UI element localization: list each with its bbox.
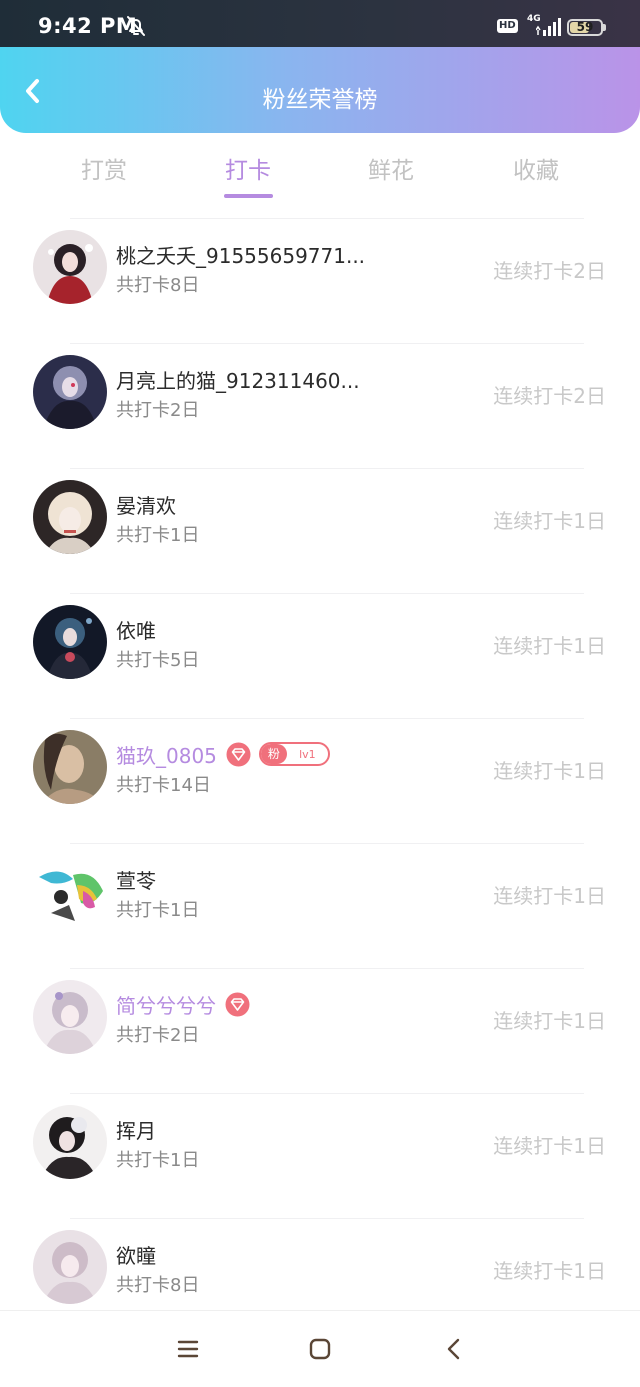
user-name: 挥月 bbox=[116, 1118, 156, 1143]
status-time: 9:42 PM bbox=[38, 14, 138, 38]
user-name: 猫玖_0805 bbox=[116, 743, 217, 768]
name-line: 依唯 bbox=[116, 615, 156, 643]
row-divider bbox=[70, 593, 584, 594]
avatar bbox=[33, 480, 107, 554]
list-item[interactable]: 依唯 共打卡5日 连续打卡1日 bbox=[0, 593, 640, 718]
user-name: 桃之夭夭_91555659771... bbox=[116, 243, 366, 268]
fan-badge-level: lv1 bbox=[299, 747, 316, 761]
name-line: 挥月 bbox=[116, 1115, 156, 1143]
bell-off-icon bbox=[127, 16, 145, 36]
name-line: 月亮上的猫_912311460... bbox=[116, 365, 360, 393]
name-line: 桃之夭夭_91555659771... bbox=[116, 240, 365, 268]
avatar bbox=[33, 730, 107, 804]
battery-tip bbox=[603, 24, 606, 31]
list-item[interactable]: 猫玖_0805 粉 lv1 共打卡14日 连续打卡1日 bbox=[0, 718, 640, 843]
fan-badge-label: 粉 bbox=[260, 744, 287, 764]
name-line: 萱苓 bbox=[116, 865, 156, 893]
diamond-vip-icon bbox=[226, 742, 251, 766]
tab-reward[interactable]: 打赏 bbox=[54, 151, 154, 185]
total-checkins: 共打卡5日 bbox=[116, 650, 200, 671]
page-title: 粉丝荣誉榜 bbox=[262, 87, 378, 113]
streak-count: 连续打卡1日 bbox=[493, 1134, 606, 1158]
total-checkins: 共打卡2日 bbox=[116, 1025, 200, 1046]
name-line: 简兮兮兮兮 bbox=[116, 990, 250, 1018]
list-item[interactable]: 简兮兮兮兮 共打卡2日 连续打卡1日 bbox=[0, 968, 640, 1093]
streak-count: 连续打卡1日 bbox=[493, 509, 606, 533]
tab-bar: 打赏 打卡 鲜花 收藏 bbox=[0, 133, 640, 205]
tab-checkin[interactable]: 打卡 bbox=[198, 151, 298, 185]
row-divider bbox=[70, 1218, 584, 1219]
row-divider bbox=[70, 218, 584, 219]
avatar bbox=[33, 1105, 107, 1179]
streak-count: 连续打卡1日 bbox=[493, 884, 606, 908]
user-name: 简兮兮兮兮 bbox=[116, 993, 216, 1018]
streak-count: 连续打卡2日 bbox=[493, 384, 606, 408]
total-checkins: 共打卡1日 bbox=[116, 900, 200, 921]
name-line: 欲瞳 bbox=[116, 1240, 156, 1268]
total-checkins: 共打卡2日 bbox=[116, 400, 200, 421]
list-item[interactable]: 桃之夭夭_91555659771... 共打卡8日 连续打卡2日 bbox=[0, 218, 640, 343]
list-item[interactable]: 晏清欢 共打卡1日 连续打卡1日 bbox=[0, 468, 640, 593]
total-checkins: 共打卡1日 bbox=[116, 1150, 200, 1171]
status-bar: 9:42 PM HD 4G 59 bbox=[0, 0, 640, 48]
system-nav-bar bbox=[0, 1310, 640, 1387]
back-icon[interactable] bbox=[442, 1337, 466, 1361]
avatar bbox=[33, 1230, 107, 1304]
list-item[interactable]: 月亮上的猫_912311460... 共打卡2日 连续打卡2日 bbox=[0, 343, 640, 468]
avatar bbox=[33, 355, 107, 429]
streak-count: 连续打卡1日 bbox=[493, 1259, 606, 1283]
avatar bbox=[33, 980, 107, 1054]
battery-level: 59 bbox=[576, 20, 594, 34]
row-divider bbox=[70, 468, 584, 469]
menu-icon[interactable] bbox=[176, 1337, 200, 1361]
hd-badge: HD bbox=[497, 19, 518, 33]
streak-count: 连续打卡1日 bbox=[493, 759, 606, 783]
row-divider bbox=[70, 968, 584, 969]
row-divider bbox=[70, 343, 584, 344]
signal-icon bbox=[536, 18, 561, 36]
list-item[interactable]: 萱苓 共打卡1日 连续打卡1日 bbox=[0, 843, 640, 968]
total-checkins: 共打卡8日 bbox=[116, 1275, 200, 1296]
fan-level-badge: 粉 lv1 bbox=[258, 742, 330, 766]
avatar bbox=[33, 230, 107, 304]
list-item[interactable]: 挥月 共打卡1日 连续打卡1日 bbox=[0, 1093, 640, 1218]
row-divider bbox=[70, 1093, 584, 1094]
user-name: 依唯 bbox=[116, 618, 156, 643]
streak-count: 连续打卡1日 bbox=[493, 634, 606, 658]
user-name: 晏清欢 bbox=[116, 493, 176, 518]
streak-count: 连续打卡1日 bbox=[493, 1009, 606, 1033]
row-divider bbox=[70, 843, 584, 844]
home-icon[interactable] bbox=[308, 1337, 332, 1361]
total-checkins: 共打卡1日 bbox=[116, 525, 200, 546]
row-divider bbox=[70, 718, 584, 719]
name-line: 晏清欢 bbox=[116, 490, 176, 518]
tab-favorites[interactable]: 收藏 bbox=[486, 151, 586, 185]
avatar bbox=[33, 605, 107, 679]
user-name: 月亮上的猫_912311460... bbox=[116, 368, 360, 393]
avatar bbox=[33, 855, 107, 929]
streak-count: 连续打卡2日 bbox=[493, 259, 606, 283]
diamond-vip-icon bbox=[225, 992, 250, 1016]
tab-flowers[interactable]: 鲜花 bbox=[341, 151, 441, 185]
user-name: 欲瞳 bbox=[116, 1243, 156, 1268]
header: 粉丝荣誉榜 bbox=[0, 47, 640, 133]
tab-active-indicator bbox=[224, 194, 273, 198]
name-line: 猫玖_0805 粉 lv1 bbox=[116, 740, 330, 768]
total-checkins: 共打卡14日 bbox=[116, 775, 211, 796]
total-checkins: 共打卡8日 bbox=[116, 275, 200, 296]
battery-indicator: 59 bbox=[567, 19, 603, 36]
user-name: 萱苓 bbox=[116, 868, 156, 893]
